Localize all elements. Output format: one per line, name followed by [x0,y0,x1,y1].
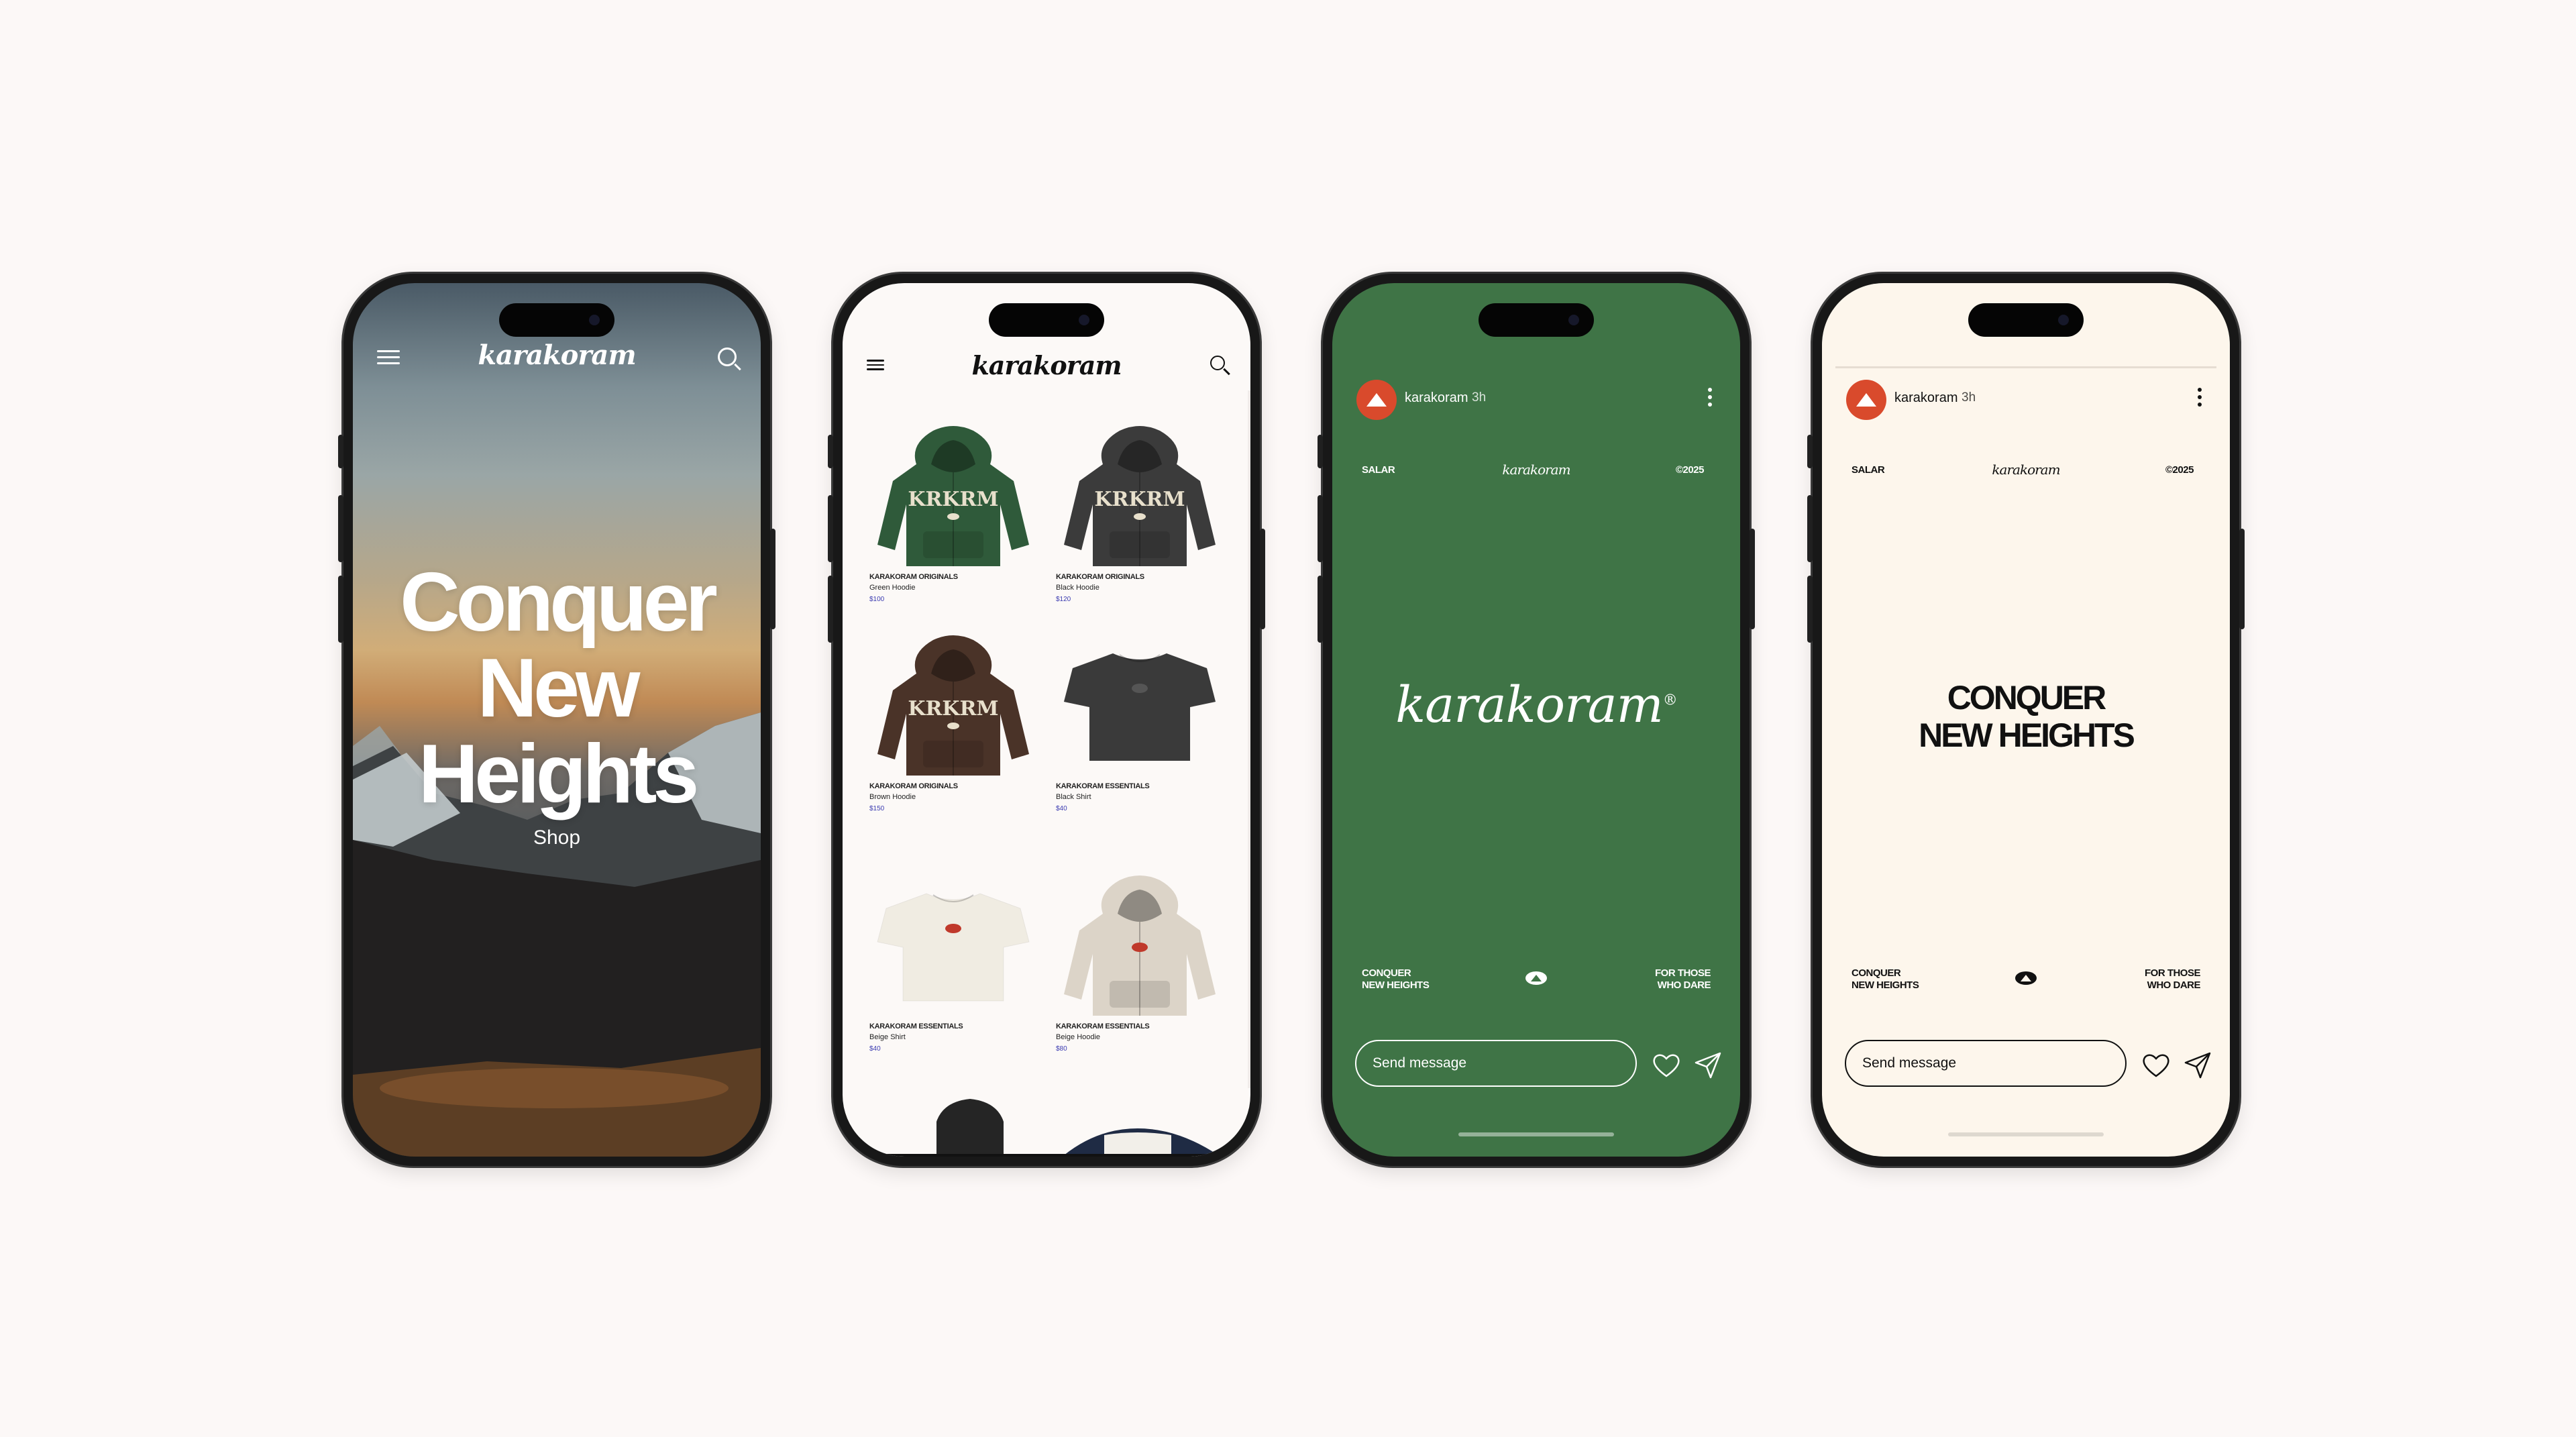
mountain-badge-icon [1525,971,1547,985]
product-name: Green Hoodie [869,584,916,592]
search-icon[interactable] [1210,356,1225,370]
story-time: 3h [1962,390,1976,405]
story-screen-cream: karakoram 3h SALAR karakoram ©2025 CONQU… [1822,283,2230,1157]
story-headline: CONQUER NEW HEIGHTS [1822,679,2230,754]
search-icon[interactable] [718,348,737,366]
svg-text:KRKRM: KRKRM [1094,488,1185,511]
story-bottom-left: CONQUER NEW HEIGHTS [1362,967,1430,992]
product-card[interactable]: KARAKORAM ESSENTIALS Beige Shirt $40 [869,867,1037,1053]
next-row-items [936,1099,1218,1155]
product-image[interactable]: KRKRM [869,417,1037,572]
story-screen-green: karakoram 3h SALAR karakoram ©2025 karak… [1332,283,1740,1157]
product-price: $150 [869,805,885,812]
product-image[interactable] [869,867,1037,1021]
product-name: Beige Shirt [869,1033,906,1041]
story-username[interactable]: karakoram [1894,390,1957,406]
product-brand: KARAKORAM ORIGINALS [869,573,958,581]
bottom-right-line-2: WHO DARE [1657,979,1711,991]
product-brand: KARAKORAM ESSENTIALS [1056,782,1150,790]
product-price: $100 [869,596,885,603]
bottom-left-line-1: CONQUER [1851,967,1901,979]
product-brand: KARAKORAM ESSENTIALS [1056,1022,1150,1030]
headline-line-1: CONQUER [1947,679,2107,716]
send-icon[interactable] [1693,1051,1723,1080]
story-top-right: ©2025 [2165,464,2194,476]
product-name: Beige Hoodie [1056,1033,1101,1041]
product-image[interactable]: KRKRM [1056,417,1224,572]
home-indicator [1948,1132,2104,1136]
bottom-left-line-2: NEW HEIGHTS [1362,979,1430,991]
product-name: Brown Hoodie [869,793,916,801]
product-name: Black Hoodie [1056,584,1099,592]
product-price: $40 [869,1045,881,1053]
story-bottom-right: FOR THOSE WHO DARE [2144,967,2201,992]
hero-line-1: Conquer [400,556,718,649]
more-options-icon[interactable] [1708,388,1712,410]
hero-line-2: New [477,642,641,735]
product-price: $120 [1056,596,1071,603]
product-name: Black Shirt [1056,793,1091,801]
phone-shop: karakoram KRKRM KARAKORAM ORIGINALS Gree… [828,274,1265,1166]
phone-story-cream: karakoram 3h SALAR karakoram ©2025 CONQU… [1807,274,2245,1166]
avatar[interactable] [1356,380,1397,420]
shop-screen: karakoram KRKRM KARAKORAM ORIGINALS Gree… [843,283,1250,1157]
send-message-input[interactable]: Send message [1845,1040,2127,1087]
product-card[interactable]: KRKRM KARAKORAM ORIGINALS Black Hoodie $… [1056,417,1224,603]
product-image[interactable]: KRKRM [869,627,1037,781]
story-top-right: ©2025 [1676,464,1704,476]
story-username[interactable]: karakoram [1405,390,1468,406]
product-price: $80 [1056,1045,1067,1053]
shop-link[interactable]: Shop [353,827,761,849]
brand-logo[interactable]: karakoram [353,339,761,371]
heart-icon[interactable] [1652,1052,1681,1079]
product-brand: KARAKORAM ORIGINALS [869,782,958,790]
registered-mark: ® [1662,692,1678,709]
story-center-logo: karakoram® [1332,676,1740,734]
bottom-right-line-1: FOR THOSE [1654,967,1711,979]
product-image[interactable] [1056,867,1224,1021]
bottom-right-line-2: WHO DARE [2147,979,2201,991]
svg-text:KRKRM: KRKRM [908,697,998,721]
headline-line-2: NEW HEIGHTS [1919,716,2135,754]
bottom-left-line-2: NEW HEIGHTS [1851,979,1919,991]
send-icon[interactable] [2183,1051,2212,1080]
mountain-badge-icon [2015,971,2037,985]
heart-icon[interactable] [2141,1052,2171,1079]
hero-line-3: Heights [418,728,700,820]
story-time: 3h [1472,390,1487,405]
hero-headline: Conquer New Heights [353,560,761,817]
story-bottom-left: CONQUER NEW HEIGHTS [1851,967,1919,992]
home-indicator [1458,1132,1614,1136]
story-bottom-right: FOR THOSE WHO DARE [1655,967,1711,992]
send-message-input[interactable]: Send message [1355,1040,1637,1087]
product-card[interactable]: KARAKORAM ESSENTIALS Black Shirt $40 [1056,627,1224,812]
avatar[interactable] [1846,380,1886,420]
phone-hero: karakoram Conquer New Heights Shop [338,274,775,1166]
product-price: $40 [1056,805,1067,812]
product-brand: KARAKORAM ORIGINALS [1056,573,1144,581]
story-logo-text: karakoram [1395,676,1664,734]
product-card[interactable]: KARAKORAM ESSENTIALS Beige Hoodie $80 [1056,867,1224,1053]
product-card[interactable]: KRKRM KARAKORAM ORIGINALS Brown Hoodie $… [869,627,1037,812]
bottom-left-line-1: CONQUER [1362,967,1411,979]
bottom-right-line-1: FOR THOSE [2144,967,2201,979]
hero-screen: karakoram Conquer New Heights Shop [353,283,761,1157]
more-options-icon[interactable] [2198,388,2202,410]
brand-logo[interactable]: karakoram [843,350,1250,380]
svg-text:KRKRM: KRKRM [908,488,998,511]
product-image[interactable] [1056,627,1224,781]
product-card[interactable]: KRKRM KARAKORAM ORIGINALS Green Hoodie $… [869,417,1037,603]
product-brand: KARAKORAM ESSENTIALS [869,1022,963,1030]
phone-story-green: karakoram 3h SALAR karakoram ©2025 karak… [1318,274,1755,1166]
